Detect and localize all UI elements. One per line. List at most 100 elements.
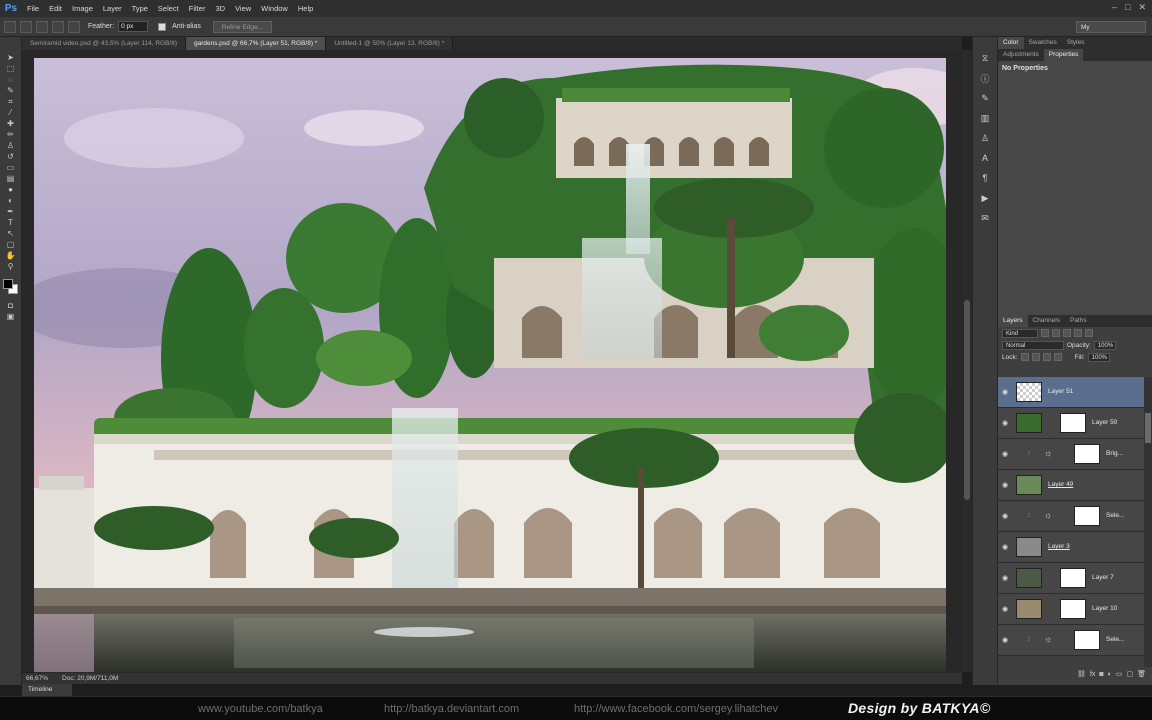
delete-layer-icon[interactable]: 🗑 — [1137, 670, 1146, 678]
layer-name[interactable]: Layer 10 — [1092, 605, 1117, 612]
visibility-eye-icon[interactable]: ◉ — [1002, 419, 1008, 427]
layers-scroll-thumb[interactable] — [1145, 413, 1151, 443]
menu-type[interactable]: Type — [127, 4, 153, 13]
layer-mask-thumbnail[interactable] — [1074, 444, 1100, 464]
character-icon[interactable]: A — [978, 151, 992, 165]
adjustment-layer-icon[interactable]: ◐ — [1108, 671, 1112, 678]
layer-mask-thumbnail[interactable] — [1074, 630, 1100, 650]
layer-row[interactable]: ◉ ⁝ ☼ Sele... — [998, 625, 1144, 656]
tab-semiramid[interactable]: Semiramid video.psd @ 43,5% (Layer 114, … — [22, 37, 187, 50]
notes-icon[interactable]: ✉ — [978, 211, 992, 225]
maximize-button[interactable]: □ — [1125, 2, 1130, 13]
tab-layers[interactable]: Layers — [998, 315, 1028, 327]
new-group-icon[interactable]: ▭ — [1116, 670, 1123, 678]
tab-properties[interactable]: Properties — [1043, 49, 1084, 61]
brush-presets-icon[interactable]: ✎ — [978, 91, 992, 105]
layer-row[interactable]: ◉ Layer 51 — [998, 377, 1144, 408]
canvas-vertical-scrollbar[interactable] — [962, 50, 972, 672]
actions-icon[interactable]: ▶ — [978, 191, 992, 205]
menu-view[interactable]: View — [230, 4, 256, 13]
eyedropper-icon[interactable]: ⁄ — [5, 108, 17, 117]
visibility-eye-icon[interactable]: ◉ — [1002, 605, 1008, 613]
layer-mask-thumbnail[interactable] — [1060, 413, 1086, 433]
gradient-tool-icon[interactable]: ▤ — [5, 174, 17, 183]
lasso-tool-icon[interactable] — [4, 20, 16, 33]
layer-mask-thumbnail[interactable] — [1060, 568, 1086, 588]
close-button[interactable]: ✕ — [1138, 2, 1146, 13]
quick-mask-icon[interactable]: ◘ — [5, 301, 17, 310]
screen-mode-icon[interactable]: ▣ — [5, 312, 17, 321]
layer-row[interactable]: ◉ Layer 7 — [998, 563, 1144, 594]
hand-tool-icon[interactable]: ✋ — [5, 251, 17, 260]
layer-mask-thumbnail[interactable] — [1060, 599, 1086, 619]
menu-file[interactable]: File — [22, 4, 44, 13]
zoom-tool-icon[interactable]: ⚲ — [5, 262, 17, 271]
tab-untitled[interactable]: Untitled-1 @ 50% (Layer 13, RGB/8) * — [326, 37, 454, 50]
lock-position-icon[interactable] — [1042, 353, 1051, 361]
filter-adjust-icon[interactable] — [1052, 329, 1060, 337]
add-mask-icon[interactable]: ◙ — [1099, 671, 1103, 678]
visibility-eye-icon[interactable]: ◉ — [1002, 636, 1008, 644]
minimize-button[interactable]: – — [1112, 2, 1117, 13]
brush-tool-icon[interactable]: ✏ — [5, 130, 17, 139]
visibility-eye-icon[interactable]: ◉ — [1002, 512, 1008, 520]
layer-name[interactable]: Layer 51 — [1048, 388, 1073, 395]
menu-filter[interactable]: Filter — [184, 4, 211, 13]
lock-all-icon[interactable] — [1053, 353, 1062, 361]
layer-mask-thumbnail[interactable] — [1074, 506, 1100, 526]
tab-swatches[interactable]: Swatches — [1024, 37, 1062, 49]
color-swatches[interactable] — [2, 279, 19, 295]
lock-transparency-icon[interactable] — [1020, 353, 1029, 361]
pen-tool-icon[interactable]: ✒ — [5, 207, 17, 216]
menu-select[interactable]: Select — [153, 4, 184, 13]
menu-layer[interactable]: Layer — [98, 4, 127, 13]
foreground-color-swatch[interactable] — [2, 279, 13, 289]
intersect-selection-icon[interactable] — [68, 20, 80, 33]
layer-row[interactable]: ◉ ⁝ ☼ Brig... — [998, 439, 1144, 470]
blur-tool-icon[interactable]: ● — [5, 185, 17, 194]
layer-style-icon[interactable]: fx — [1090, 671, 1095, 678]
layer-thumbnail[interactable] — [1016, 413, 1042, 433]
tab-adjustments[interactable]: Adjustments — [998, 49, 1044, 61]
zoom-level[interactable]: 66,67% — [26, 675, 48, 682]
subtract-selection-icon[interactable] — [52, 20, 64, 33]
history-icon[interactable]: ⧖ — [978, 51, 992, 65]
menu-3d[interactable]: 3D — [210, 4, 230, 13]
fill-input[interactable]: 100% — [1087, 352, 1110, 362]
tab-gardens[interactable]: gardens.psd @ 66,7% (Layer 51, RGB/8) * — [186, 37, 327, 50]
blend-mode-select[interactable]: Normal — [1002, 340, 1064, 350]
clone-stamp-icon[interactable]: ♙ — [5, 141, 17, 150]
filter-pixel-icon[interactable] — [1041, 329, 1049, 337]
tab-styles[interactable]: Styles — [1062, 37, 1090, 49]
link-layers-icon[interactable]: ⛓ — [1077, 670, 1086, 678]
lock-pixels-icon[interactable] — [1031, 353, 1040, 361]
visibility-eye-icon[interactable]: ◉ — [1002, 574, 1008, 582]
history-brush-icon[interactable]: ↺ — [5, 152, 17, 161]
layer-row[interactable]: ◉ Layer 3 — [998, 532, 1144, 563]
info-icon[interactable]: ⓘ — [978, 71, 992, 85]
antialias-checkbox[interactable] — [158, 22, 167, 31]
layer-name[interactable]: Layer 7 — [1092, 574, 1114, 581]
paragraph-icon[interactable]: ¶ — [978, 171, 992, 185]
visibility-eye-icon[interactable]: ◉ — [1002, 388, 1008, 396]
move-tool-icon[interactable]: ➤ — [5, 53, 17, 62]
opacity-input[interactable]: 100% — [1093, 340, 1116, 350]
dodge-tool-icon[interactable]: ◐ — [5, 196, 17, 205]
brush-panel-icon[interactable]: ▥ — [978, 111, 992, 125]
eraser-icon[interactable]: ▭ — [5, 163, 17, 172]
new-selection-icon[interactable] — [20, 20, 32, 33]
menu-edit[interactable]: Edit — [44, 4, 67, 13]
menu-window[interactable]: Window — [256, 4, 293, 13]
layer-row[interactable]: ◉ Layer 10 — [998, 594, 1144, 625]
layer-thumbnail[interactable] — [1016, 537, 1042, 557]
workspace-select[interactable]: My — [1076, 21, 1146, 33]
layer-row[interactable]: ◉ Layer 50 — [998, 408, 1144, 439]
layer-name[interactable]: Sele... — [1106, 512, 1124, 519]
add-selection-icon[interactable] — [36, 20, 48, 33]
healing-brush-icon[interactable]: ✚ — [5, 119, 17, 128]
refine-edge-button[interactable]: Refine Edge... — [212, 20, 273, 33]
visibility-eye-icon[interactable]: ◉ — [1002, 481, 1008, 489]
lasso-tool-icon[interactable]: ◌ — [5, 75, 17, 84]
filter-smart-icon[interactable] — [1085, 329, 1093, 337]
clone-source-icon[interactable]: ♙ — [978, 131, 992, 145]
